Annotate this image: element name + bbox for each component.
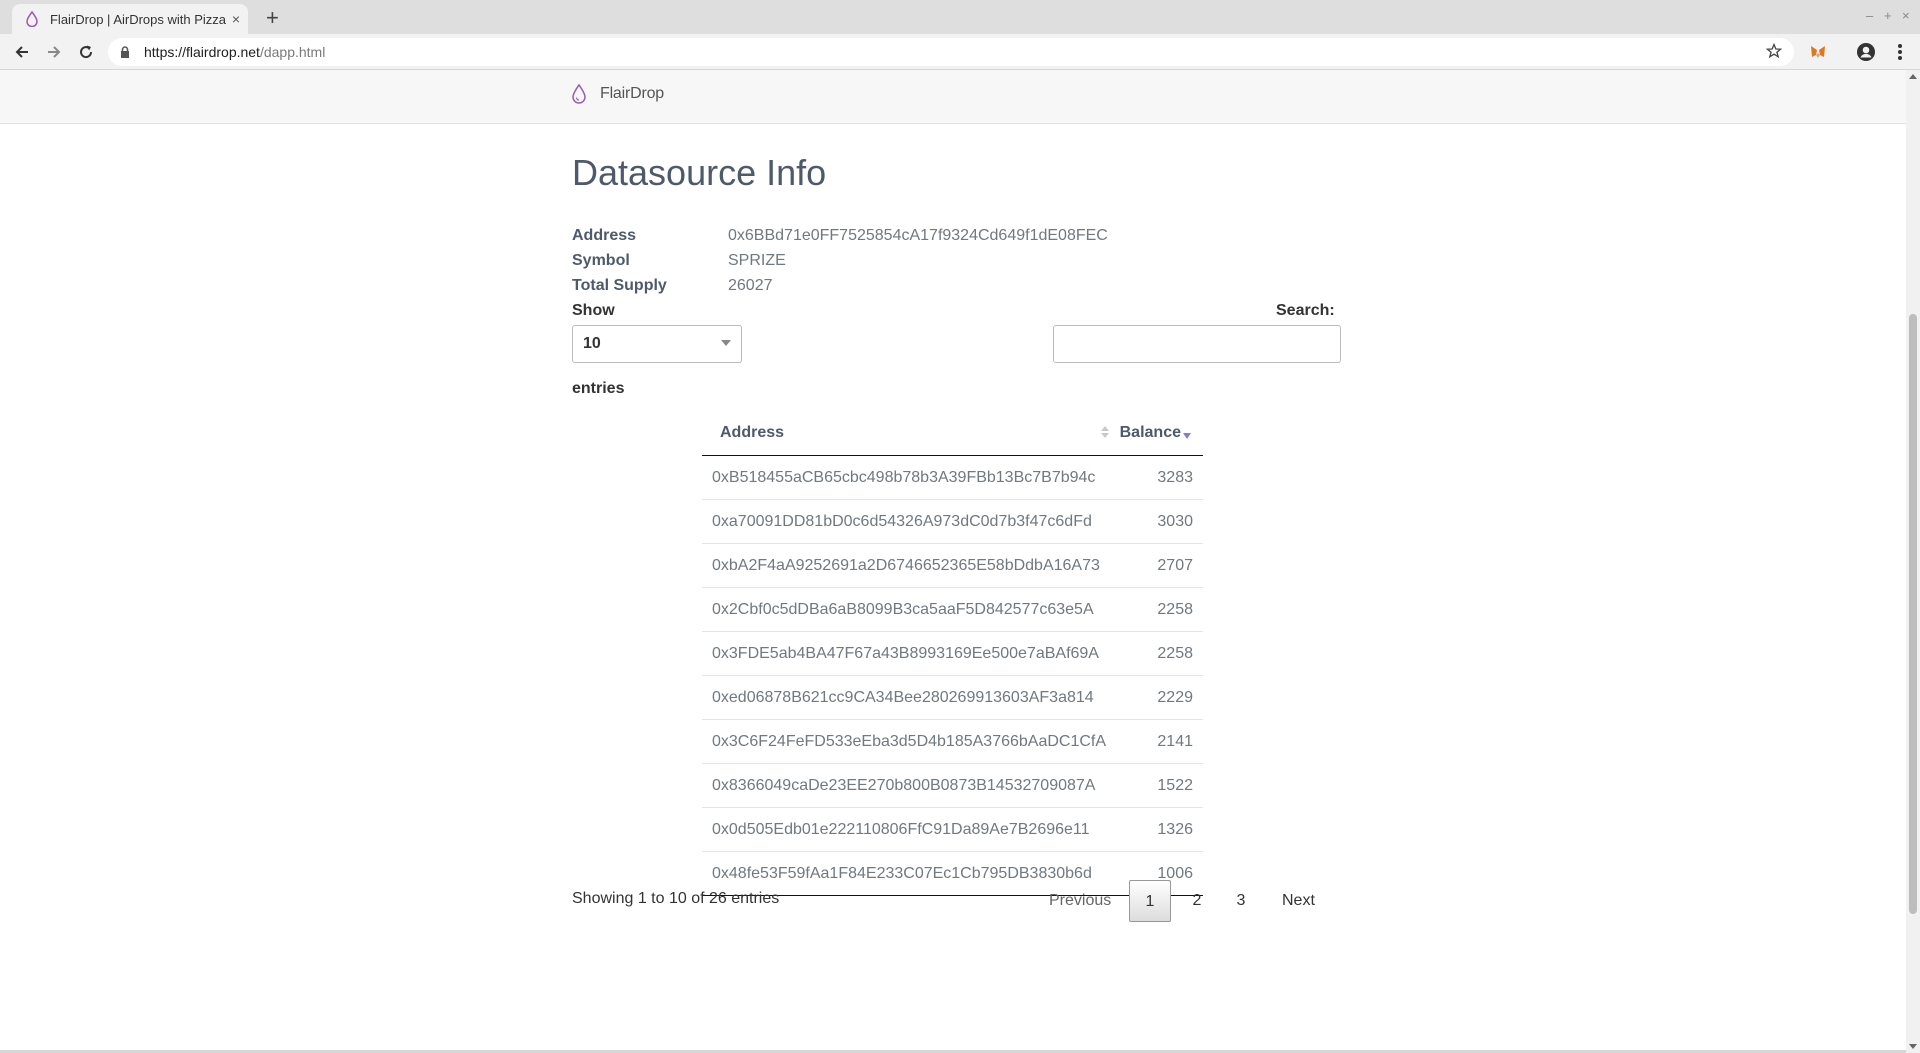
back-button[interactable] (10, 40, 34, 64)
site-navbar: FlairDrop (0, 70, 1906, 124)
browser-tab[interactable]: FlairDrop | AirDrops with Pizzazz × (12, 4, 248, 34)
balance-cell: 3030 (1116, 499, 1203, 544)
info-value-total-supply: 26027 (728, 277, 773, 294)
table-info-status: Showing 1 to 10 of 26 entries (572, 890, 780, 907)
table-row: 0xed06878B621cc9CA34Bee280269913603AF3a8… (702, 675, 1203, 720)
browser-menu-icon[interactable] (1894, 42, 1906, 62)
sort-desc-icon (1183, 432, 1191, 439)
table-body: 0xB518455aCB65cbc498b78b3A39FBb13Bc7B7b9… (702, 456, 1203, 896)
browser-tab-strip: FlairDrop | AirDrops with Pizzazz × + – … (0, 0, 1920, 34)
table-row: 0x3C6F24FeFD533eEba3d5D4b185A3766bAaDC1C… (702, 719, 1203, 764)
reload-icon (80, 45, 93, 59)
table-row: 0x0d505Edb01e222110806FfC91Da89Ae7B2696e… (702, 807, 1203, 852)
pagination-page-2-button[interactable]: 2 (1190, 880, 1204, 922)
pagination-next-button[interactable]: Next (1282, 880, 1315, 922)
table-row: 0x3FDE5ab4BA47F67a43B8993169Ee500e7aBAf6… (702, 631, 1203, 676)
info-value-address: 0x6BBd71e0FF7525854cA17f9324Cd649f1dE08F… (728, 227, 1108, 244)
brand-link[interactable]: FlairDrop (572, 84, 664, 104)
back-arrow-icon (15, 46, 28, 58)
pagination-previous-button[interactable]: Previous (1049, 880, 1111, 922)
sort-both-icon (1100, 426, 1109, 438)
page-scrollbar[interactable] (1906, 70, 1920, 1053)
url-host: https://flairdrop.net (144, 44, 260, 60)
search-label: Search: (1276, 302, 1335, 319)
column-header-label: Balance (1119, 423, 1181, 441)
balance-cell: 1326 (1116, 807, 1203, 852)
browser-toolbar: https://flairdrop.net/dapp.html (0, 34, 1920, 70)
info-label: Symbol (572, 252, 630, 269)
address-bar[interactable]: https://flairdrop.net/dapp.html (108, 38, 1794, 66)
scrollbar-thumb[interactable] (1909, 314, 1917, 914)
address-cell: 0x2Cbf0c5dDBa6aB8099B3ca5aaF5D842577c63e… (702, 587, 1117, 632)
balance-cell: 2258 (1116, 631, 1203, 676)
info-row-total-supply: Total Supply 26027 (572, 277, 1108, 302)
entries-label: entries (572, 380, 625, 397)
scroll-up-arrow-icon[interactable] (1909, 74, 1917, 79)
table-row: 0x2Cbf0c5dDBa6aB8099B3ca5aaF5D842577c63e… (702, 587, 1203, 632)
address-cell: 0xB518455aCB65cbc498b78b3A39FBb13Bc7B7b9… (712, 468, 1096, 486)
table-row: 0xa70091DD81bD0c6d54326A973dC0d7b3f47c6d… (702, 499, 1203, 544)
forward-button[interactable] (42, 40, 66, 64)
info-row-address: Address 0x6BBd71e0FF7525854cA17f9324Cd64… (572, 227, 1108, 252)
table-row: 0xB518455aCB65cbc498b78b3A39FBb13Bc7B7b9… (702, 456, 1203, 500)
pagination-page-3-button[interactable]: 3 (1234, 880, 1248, 922)
column-header-address[interactable]: Address (702, 410, 1117, 456)
address-cell: 0xbA2F4aA9252691a2D6746652365E58bDdbA16A… (702, 543, 1117, 588)
address-cell: 0x3FDE5ab4BA47F67a43B8993169Ee500e7aBAf6… (702, 631, 1117, 676)
info-label: Address (572, 227, 637, 244)
info-value-symbol: SPRIZE (728, 252, 786, 269)
balance-cell: 2141 (1116, 719, 1203, 764)
column-header-balance[interactable]: Balance (1116, 410, 1203, 456)
pagination-page-1-button[interactable]: 1 (1129, 880, 1171, 922)
close-window-button[interactable]: × (1902, 8, 1910, 23)
datasource-info: Address 0x6BBd71e0FF7525854cA17f9324Cd64… (572, 227, 1108, 302)
address-cell: 0x8366049caDe23EE270b800B0873B1453270908… (702, 763, 1117, 808)
tab-title: FlairDrop | AirDrops with Pizzazz (49, 11, 226, 27)
flairdrop-drop-icon (26, 11, 40, 27)
table-header-row: Address Balance (702, 410, 1203, 456)
address-cell: 0x0d505Edb01e222110806FfC91Da89Ae7B2696e… (702, 807, 1117, 852)
balance-cell: 2707 (1116, 543, 1203, 588)
entries-length-select[interactable]: 10 (572, 325, 742, 363)
address-cell: 0xed06878B621cc9CA34Bee280269913603AF3a8… (702, 675, 1117, 720)
table-row: 0x8366049caDe23EE270b800B0873B1453270908… (702, 763, 1203, 808)
chevron-down-icon (721, 340, 731, 346)
maximize-window-button[interactable]: + (1884, 8, 1892, 23)
forward-arrow-icon (48, 46, 61, 58)
balance-cell: 1522 (1116, 763, 1203, 808)
search-input[interactable] (1053, 325, 1341, 363)
address-cell: 0xa70091DD81bD0c6d54326A973dC0d7b3f47c6d… (702, 499, 1117, 544)
entries-length-value: 10 (583, 335, 601, 352)
url-path: /dapp.html (259, 44, 326, 60)
info-label: Total Supply (572, 277, 667, 294)
info-row-symbol: Symbol SPRIZE (572, 252, 1108, 277)
balance-cell: 3283 (1157, 468, 1193, 486)
new-tab-button[interactable]: + (266, 5, 279, 31)
metamask-extension-icon[interactable] (1808, 42, 1828, 62)
show-label: Show (572, 302, 615, 319)
page-title: Datasource Info (572, 152, 827, 193)
table-row: 0xbA2F4aA9252691a2D6746652365E58bDdbA16A… (702, 543, 1203, 588)
table-row: 0x48fe53F59fAa1F84E233C07Ec1Cb795DB3830b… (702, 851, 1203, 896)
column-header-label: Address (720, 423, 785, 441)
scroll-down-arrow-icon[interactable] (1909, 1044, 1917, 1049)
minimize-window-button[interactable]: – (1866, 8, 1873, 23)
reload-button[interactable] (74, 40, 98, 64)
lock-icon (120, 45, 134, 59)
bookmark-star-icon[interactable] (1765, 42, 1783, 64)
brand-name: FlairDrop (600, 85, 664, 102)
holders-table: Address Balance 0xB518455aCB65cbc498b78b… (702, 410, 1203, 896)
balance-cell: 2229 (1116, 675, 1203, 720)
address-cell: 0x3C6F24FeFD533eEba3d5D4b185A3766bAaDC1C… (702, 719, 1117, 764)
flairdrop-logo-icon (572, 84, 586, 104)
tab-close-icon[interactable]: × (232, 11, 240, 27)
balance-cell: 2258 (1116, 587, 1203, 632)
profile-avatar-icon[interactable] (1856, 42, 1876, 62)
